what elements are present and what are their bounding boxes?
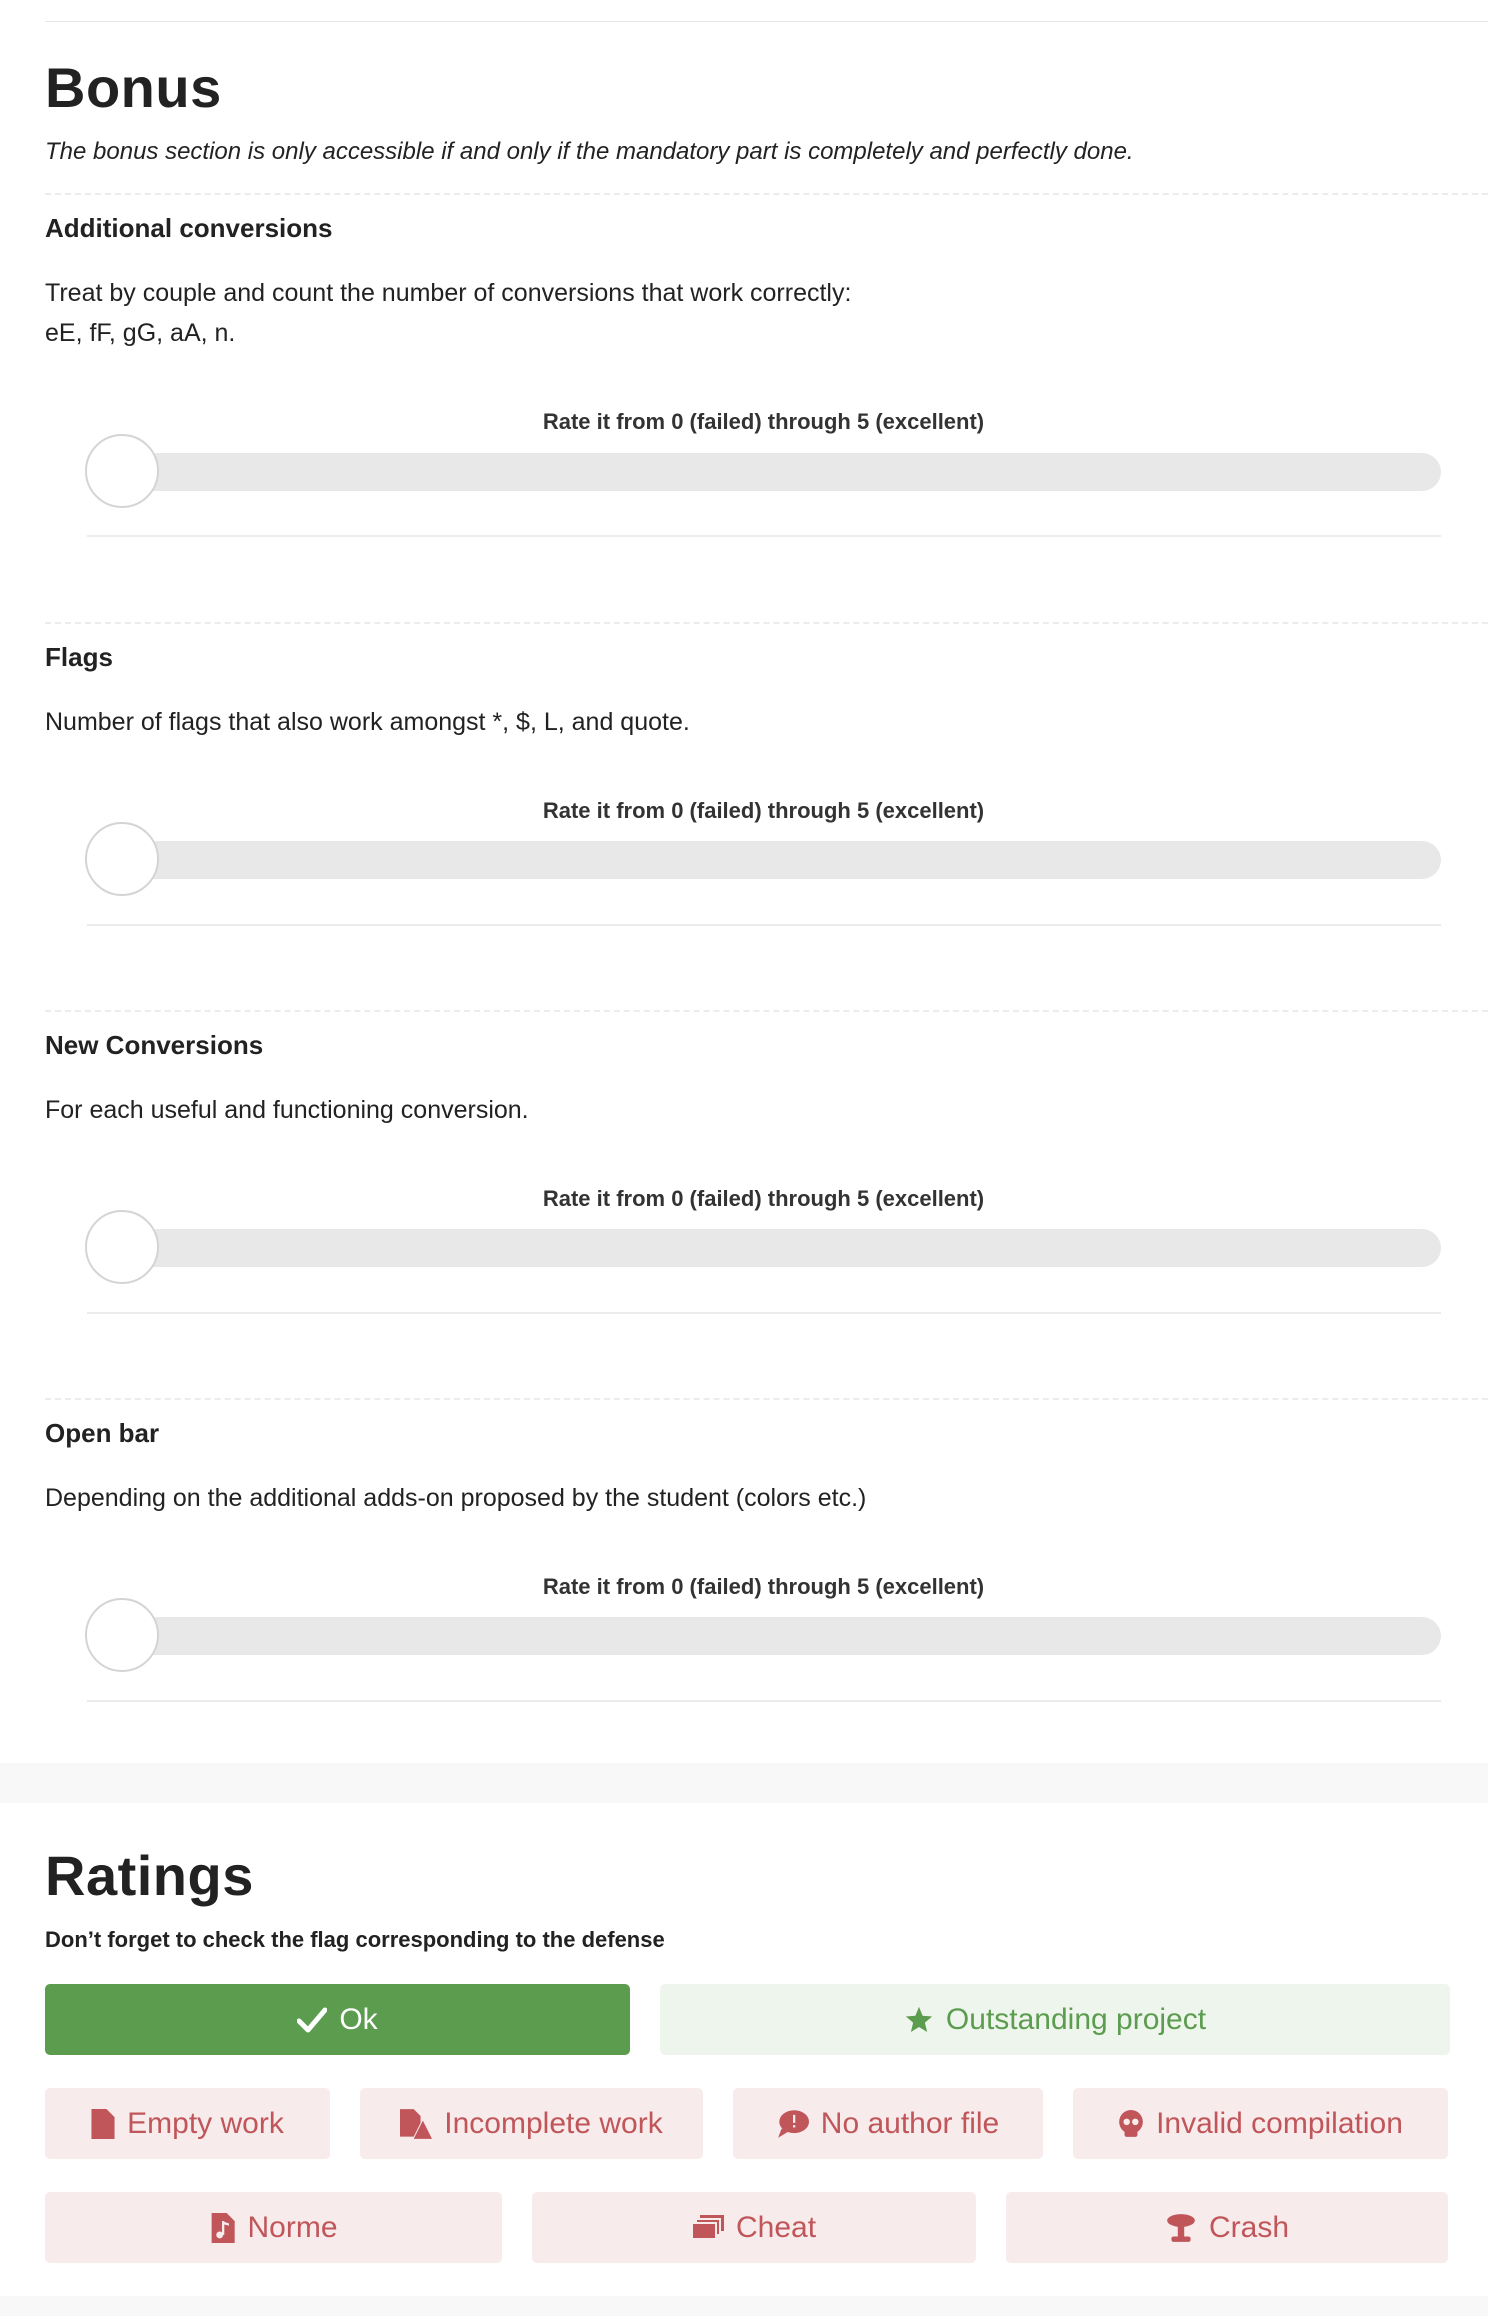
section-new-conversions: New Conversions For each useful and func… bbox=[45, 1010, 1488, 1402]
bonus-subtitle: The bonus section is only accessible if … bbox=[45, 138, 1134, 165]
norme-label: Norme bbox=[247, 2210, 338, 2244]
section-description: Depending on the additional adds-on prop… bbox=[45, 1478, 866, 1518]
section-title: New Conversions bbox=[45, 1030, 264, 1060]
bottom-band bbox=[0, 2296, 1488, 2316]
section-additional-conversions: Additional conversions Treat by couple a… bbox=[45, 193, 1488, 625]
section-open-bar: Open bar Depending on the additional add… bbox=[45, 1398, 1488, 1760]
skull-icon bbox=[1118, 2109, 1144, 2138]
section-flags: Flags Number of flags that also work amo… bbox=[45, 622, 1488, 1014]
outstanding-label: Outstanding project bbox=[945, 2002, 1207, 2036]
description-line: Number of flags that also work amongst *… bbox=[45, 708, 690, 736]
slider-knob[interactable] bbox=[85, 1210, 159, 1284]
rate-label: Rate it from 0 (failed) through 5 (excel… bbox=[542, 1186, 985, 1211]
star-icon bbox=[904, 2005, 934, 2035]
description-line: eE, fF, gG, aA, n. bbox=[45, 319, 236, 347]
ratings-subtitle: Don’t forget to check the flag correspon… bbox=[45, 1927, 665, 1952]
outstanding-project-button[interactable]: Outstanding project bbox=[660, 1984, 1450, 2055]
slider-knob[interactable] bbox=[85, 822, 159, 896]
section-title: Additional conversions bbox=[45, 213, 333, 243]
description-line: Treat by couple and count the number of … bbox=[45, 279, 852, 307]
empty-work-button[interactable]: Empty work bbox=[45, 2088, 330, 2159]
check-icon bbox=[297, 2007, 328, 2033]
section-separator-band bbox=[0, 1763, 1488, 1803]
file-warning-icon bbox=[400, 2108, 433, 2139]
crash-label: Crash bbox=[1208, 2210, 1290, 2244]
speech-bubble-icon bbox=[777, 2109, 809, 2139]
ratings-title: Ratings bbox=[45, 1844, 254, 1907]
cheat-label: Cheat bbox=[735, 2210, 817, 2244]
crash-button[interactable]: Crash bbox=[1006, 2192, 1448, 2263]
rate-label: Rate it from 0 (failed) through 5 (excel… bbox=[542, 409, 985, 434]
section-rule bbox=[87, 535, 1441, 537]
section-description: Treat by couple and count the number of … bbox=[45, 273, 851, 353]
section-rule bbox=[87, 1312, 1441, 1314]
section-description: For each useful and functioning conversi… bbox=[45, 1090, 529, 1130]
rating-slider[interactable] bbox=[85, 434, 1441, 508]
section-title: Flags bbox=[45, 642, 113, 672]
description-line: For each useful and functioning conversi… bbox=[45, 1096, 529, 1124]
invalid-compilation-button[interactable]: Invalid compilation bbox=[1073, 2088, 1448, 2159]
ok-button[interactable]: Ok bbox=[45, 1984, 630, 2055]
explosion-icon bbox=[1165, 2213, 1197, 2243]
bonus-title: Bonus bbox=[45, 56, 222, 119]
empty-work-label: Empty work bbox=[127, 2106, 284, 2140]
rate-label: Rate it from 0 (failed) through 5 (excel… bbox=[542, 1574, 985, 1599]
rating-slider[interactable] bbox=[85, 1598, 1441, 1672]
section-title: Open bar bbox=[45, 1418, 160, 1448]
incomplete-work-button[interactable]: Incomplete work bbox=[360, 2088, 703, 2159]
section-rule bbox=[87, 1700, 1441, 1702]
invalid-compilation-label: Invalid compilation bbox=[1156, 2106, 1403, 2140]
section-rule bbox=[87, 924, 1441, 926]
music-file-icon bbox=[209, 2212, 236, 2243]
rate-label: Rate it from 0 (failed) through 5 (excel… bbox=[542, 798, 985, 823]
rating-slider[interactable] bbox=[85, 1210, 1441, 1284]
no-author-label: No author file bbox=[820, 2106, 1000, 2140]
ok-label: Ok bbox=[339, 2002, 378, 2036]
no-author-file-button[interactable]: No author file bbox=[733, 2088, 1043, 2159]
slider-knob[interactable] bbox=[85, 434, 159, 508]
bonus-header: Bonus The bonus section is only accessib… bbox=[45, 60, 1488, 166]
incomplete-work-label: Incomplete work bbox=[444, 2106, 663, 2140]
top-divider bbox=[45, 21, 1488, 22]
section-description: Number of flags that also work amongst *… bbox=[45, 702, 690, 742]
stacked-cards-icon bbox=[691, 2214, 724, 2241]
rating-slider[interactable] bbox=[85, 822, 1441, 896]
slider-knob[interactable] bbox=[85, 1598, 159, 1672]
norme-button[interactable]: Norme bbox=[45, 2192, 502, 2263]
cheat-button[interactable]: Cheat bbox=[532, 2192, 976, 2263]
description-line: Depending on the additional adds-on prop… bbox=[45, 1484, 867, 1512]
file-icon bbox=[91, 2108, 115, 2139]
